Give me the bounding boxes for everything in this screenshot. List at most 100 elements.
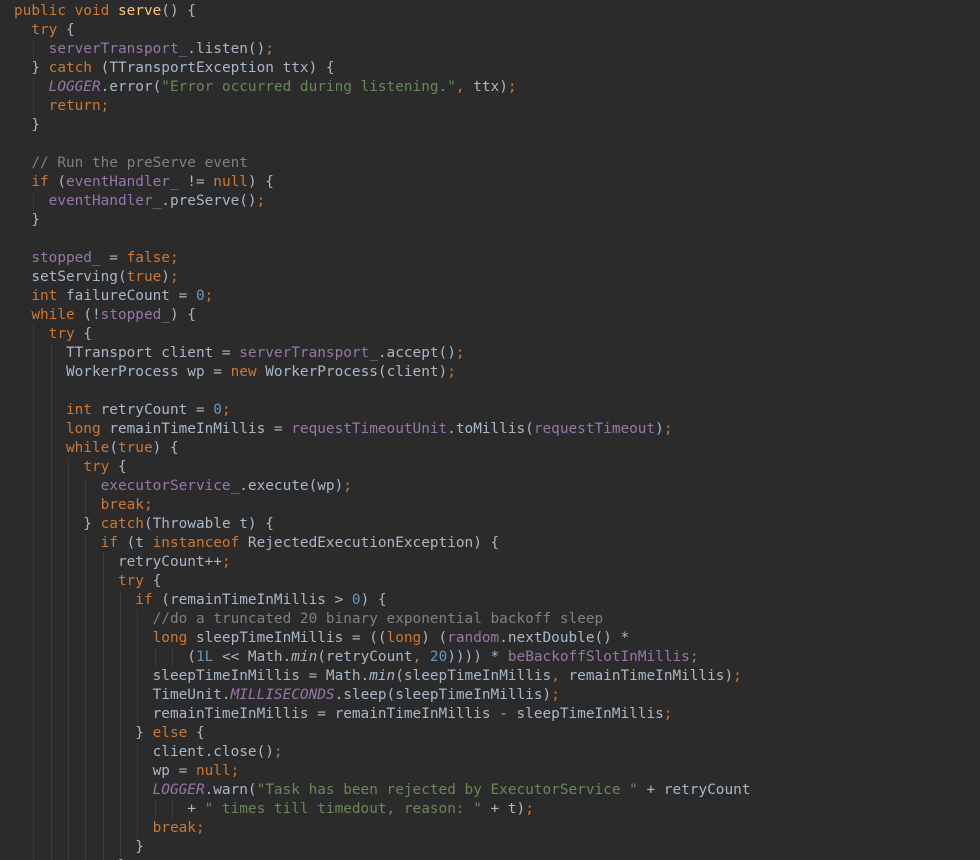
- code-token: (remainTimeInMillis >: [152, 592, 352, 608]
- code-line[interactable]: public void serve() {: [14, 2, 750, 21]
- code-token: failureCount =: [57, 288, 196, 304]
- number-literal-token: 0: [213, 402, 222, 418]
- code-line[interactable]: sleepTimeInMillis = Math.min(sleepTimeIn…: [14, 667, 750, 686]
- code-line[interactable]: LOGGER.warn("Task has been rejected by E…: [14, 781, 751, 800]
- keyword-token: ;: [169, 269, 179, 285]
- code-line[interactable]: int retryCount = 0;: [14, 401, 750, 420]
- code-line[interactable]: long sleepTimeInMillis = ((long) (random…: [14, 629, 750, 648]
- code-line[interactable]: ​: [14, 135, 750, 154]
- keyword-token: while: [65, 440, 110, 456]
- code-line[interactable]: } catch (TTransportException ttx) {: [14, 59, 750, 78]
- code-line[interactable]: }: [14, 838, 750, 857]
- code-token: .sleep(sleepTimeInMillis): [334, 687, 552, 703]
- keyword-token: true: [126, 269, 162, 285]
- code-line[interactable]: TimeUnit.MILLISECONDS.sleep(sleepTimeInM…: [14, 686, 750, 705]
- code-line[interactable]: ​: [14, 230, 750, 249]
- keyword-token: else: [152, 725, 188, 741]
- code-token: retryCount++: [14, 554, 222, 570]
- code-token: .accept(): [377, 345, 456, 361]
- code-line[interactable]: try {: [14, 458, 750, 477]
- code-line[interactable]: }: [14, 211, 750, 230]
- keyword-token: ,: [551, 668, 569, 684]
- code-area[interactable]: public void serve() { try { serverTransp…: [14, 2, 750, 860]
- code-line[interactable]: while (!stopped_) {: [14, 306, 750, 325]
- code-line[interactable]: break;: [14, 819, 750, 838]
- constant-token: LOGGER: [48, 79, 101, 95]
- code-line[interactable]: executorService_.execute(wp);: [14, 477, 750, 496]
- code-token: ttx): [473, 79, 508, 95]
- code-line[interactable]: ​: [14, 382, 750, 401]
- code-line[interactable]: while(true) {: [14, 439, 750, 458]
- code-line[interactable]: // Run the preServe event: [14, 154, 750, 173]
- comment-token: // Run the preServe event: [31, 155, 248, 171]
- keyword-token: new: [230, 364, 257, 380]
- keyword-token: try: [31, 22, 58, 38]
- keyword-token: ;: [525, 801, 534, 817]
- code-line[interactable]: setServing(true);: [14, 268, 750, 287]
- code-token: (t: [117, 535, 153, 551]
- keyword-token: if: [100, 535, 118, 551]
- code-token: *: [481, 649, 508, 665]
- code-token: =: [100, 250, 127, 266]
- keyword-token: null;: [195, 763, 240, 779]
- code-line[interactable]: if (eventHandler_ != null) {: [14, 173, 750, 192]
- code-token: remainTimeInMillis): [568, 668, 734, 684]
- keyword-token: false;: [126, 250, 179, 266]
- code-token: .error(: [100, 79, 162, 95]
- code-line[interactable]: LOGGER.error("Error occurred during list…: [14, 78, 750, 97]
- code-line[interactable]: } else {: [14, 724, 750, 743]
- string-literal-token: " times till timedout, reason: ": [204, 801, 482, 817]
- code-line[interactable]: }: [14, 116, 750, 135]
- code-token: sleepTimeInMillis = Math.: [14, 668, 370, 684]
- code-line[interactable]: wp = null;: [14, 762, 750, 781]
- code-token: .toMillis(: [447, 421, 534, 437]
- code-token: TimeUnit.: [14, 687, 231, 703]
- code-token: ) {: [247, 174, 274, 190]
- code-token: ): [161, 269, 170, 285]
- code-line[interactable]: remainTimeInMillis = remainTimeInMillis …: [14, 705, 750, 724]
- code-token: (retryCount: [317, 649, 413, 665]
- code-token: (sleepTimeInMillis: [395, 668, 552, 684]
- field-token: stopped_: [100, 307, 170, 323]
- code-line[interactable]: int failureCount = 0;: [14, 287, 750, 306]
- code-token: {: [109, 459, 127, 475]
- code-line[interactable]: try {: [14, 21, 750, 40]
- code-line[interactable]: try {: [14, 572, 750, 591]
- code-line[interactable]: + " times till timedout, reason: " + t);: [14, 800, 750, 819]
- code-line[interactable]: //do a truncated 20 binary exponential b…: [14, 610, 750, 629]
- code-token: {: [143, 573, 162, 589]
- code-line[interactable]: stopped_ = false;: [14, 249, 750, 268]
- code-line[interactable]: WorkerProcess wp = new WorkerProcess(cli…: [14, 363, 750, 382]
- field-token: executorService_: [100, 478, 240, 494]
- keyword-token: ;: [455, 345, 465, 361]
- code-line[interactable]: long remainTimeInMillis = requestTimeout…: [14, 420, 750, 439]
- code-line[interactable]: serverTransport_.listen();: [14, 40, 750, 59]
- keyword-token: ;: [273, 744, 283, 760]
- code-line[interactable]: try {: [14, 325, 750, 344]
- code-editor[interactable]: public void serve() { try { serverTransp…: [0, 0, 980, 860]
- code-line[interactable]: client.close();: [14, 743, 750, 762]
- code-line[interactable]: if (t instanceof RejectedExecutionExcept…: [14, 534, 750, 553]
- code-line[interactable]: (1L << Math.min(retryCount, 20)))) * beB…: [14, 648, 750, 667]
- code-line[interactable]: if (remainTimeInMillis > 0) {: [14, 591, 750, 610]
- code-line[interactable]: retryCount++;: [14, 553, 750, 572]
- code-line[interactable]: TTransport client = serverTransport_.acc…: [14, 344, 750, 363]
- code-line[interactable]: } catch(Throwable t) {: [14, 515, 750, 534]
- code-line[interactable]: return;: [14, 97, 750, 116]
- code-token: retryCount =: [91, 402, 214, 418]
- code-line[interactable]: eventHandler_.preServe();: [14, 192, 750, 211]
- constant-token: LOGGER: [152, 782, 205, 798]
- keyword-token: catch: [100, 516, 144, 532]
- field-token: beBackoffSlotInMillis: [507, 649, 690, 665]
- code-token: ) {: [169, 307, 196, 323]
- code-line[interactable]: break;: [14, 496, 750, 515]
